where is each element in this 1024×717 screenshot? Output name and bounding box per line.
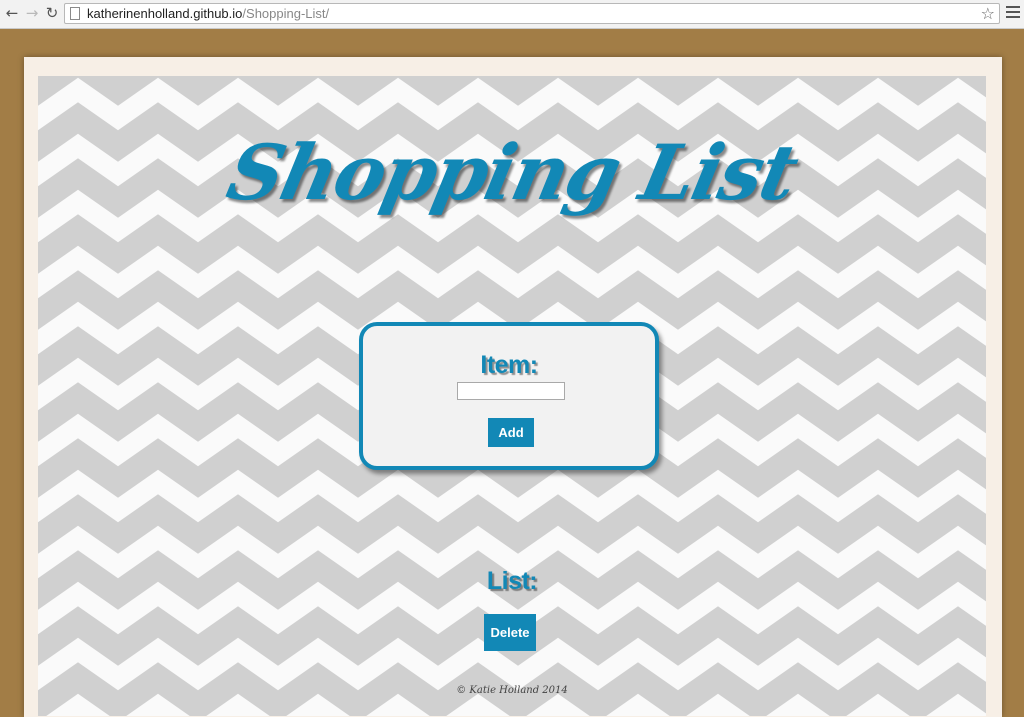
delete-button[interactable]: Delete (484, 614, 536, 651)
forward-arrow-icon[interactable]: → (24, 5, 40, 21)
page-icon (70, 7, 80, 20)
add-button[interactable]: Add (488, 418, 534, 447)
bookmark-star-icon[interactable]: ☆ (981, 4, 995, 23)
picture-frame: Shopping List Item: Add List: Delete © K… (24, 57, 1002, 717)
browser-toolbar: ← → ↻ katherinenholland.github.io/Shoppi… (0, 0, 1024, 29)
reload-icon[interactable]: ↻ (44, 5, 60, 21)
hamburger-menu-icon[interactable] (1006, 6, 1020, 20)
copyright-footer: © Katie Holland 2014 (456, 685, 568, 696)
url-text[interactable]: katherinenholland.github.io/Shopping-Lis… (87, 6, 329, 22)
url-host: katherinenholland.github.io (87, 6, 243, 21)
item-input[interactable] (457, 382, 565, 400)
page-title: Shopping List (220, 128, 804, 217)
item-label: Item: (480, 351, 538, 379)
url-path: /Shopping-List/ (242, 6, 330, 21)
back-arrow-icon[interactable]: ← (4, 5, 20, 21)
item-entry-panel: Item: Add (359, 322, 659, 470)
address-bar[interactable]: katherinenholland.github.io/Shopping-Lis… (64, 3, 1000, 24)
page-canvas: Shopping List Item: Add List: Delete © K… (38, 76, 986, 716)
list-heading: List: (486, 567, 538, 595)
